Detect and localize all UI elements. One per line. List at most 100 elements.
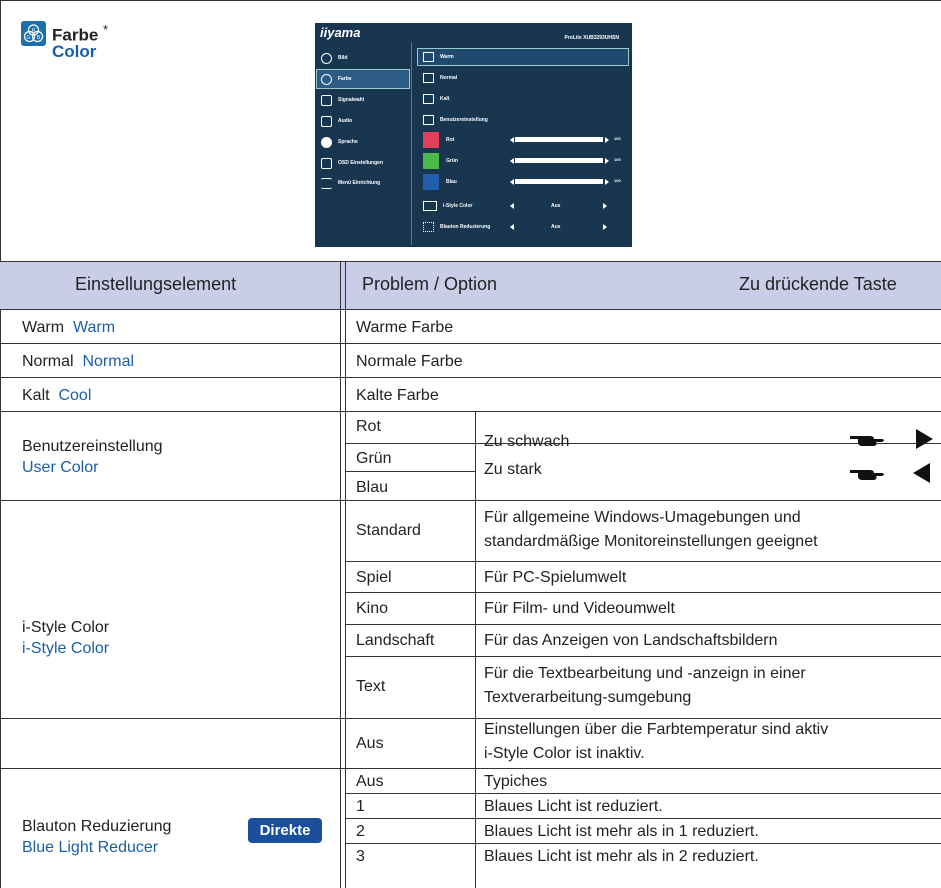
red-swatch	[423, 132, 439, 148]
rule	[346, 624, 941, 625]
option-landscape: Landschaft	[356, 632, 435, 649]
osd-side-item: OSD Einstellungen	[321, 156, 383, 170]
bluelight-value: Aus	[551, 224, 561, 230]
rule	[0, 261, 941, 262]
osd-item: i-Style Color	[423, 199, 628, 213]
page-subtitle: Color	[52, 42, 97, 61]
standard-desc-2: standardmäßige Monitoreinstellungen geei…	[484, 533, 818, 550]
rule-vertical	[340, 261, 341, 888]
bl-option-1: 1	[356, 798, 365, 815]
too-weak-text: Zu schwach	[484, 433, 570, 450]
row-istyle-label-en: i-Style Color	[22, 640, 110, 657]
bl-option-off: Aus	[356, 773, 384, 790]
right-triangle-icon	[916, 429, 933, 449]
bl-desc-3: Blaues Licht ist mehr als in 2 reduziert…	[484, 848, 759, 865]
osd-item: Blauton Reduzierung	[423, 220, 628, 234]
right-arrow-icon	[605, 158, 609, 164]
osd-side-item: Audio	[321, 114, 352, 128]
option-off-label: Aus	[356, 735, 384, 752]
off-desc-line-1: Einstellungen über die Farbtemperatur si…	[484, 721, 829, 738]
osd-divider	[411, 42, 412, 245]
osd-side-item: Signalwahl	[321, 93, 364, 107]
rule	[346, 843, 941, 844]
landscape-desc: Für das Anzeigen von Landschaftsbildern	[484, 632, 778, 649]
model-name: ProLite XUB3293UHSN	[564, 35, 619, 41]
rule-vertical	[475, 719, 476, 768]
red-level-bar	[515, 137, 603, 142]
color-temp-icon	[423, 94, 434, 104]
user-color-icon	[423, 115, 434, 125]
row-user-label-en: User Color	[22, 459, 99, 476]
osd-side-item: Bild	[321, 51, 347, 65]
text-desc-2: Textverarbeitung-sumgebung	[484, 689, 692, 706]
option-text: Text	[356, 678, 386, 695]
osd-item: Kalt	[423, 92, 628, 106]
cinema-desc: Für Film- und Videoumwelt	[484, 600, 675, 617]
rule	[0, 309, 941, 310]
osd-menu-screenshot: iiyama ProLite XUB3293UHSN Bild Farbe Si…	[315, 23, 632, 247]
bl-desc-off: Typiches	[484, 773, 548, 790]
row-warm-label: Warm Warm	[22, 319, 116, 336]
rgb-icon: R G B	[21, 21, 46, 46]
bl-option-2: 2	[356, 823, 365, 840]
sliders-icon	[321, 177, 332, 189]
option-game: Spiel	[356, 569, 392, 586]
rule	[346, 471, 476, 472]
blue-swatch	[423, 174, 439, 190]
color-temp-icon	[423, 52, 434, 62]
rule	[0, 411, 941, 412]
rule-vertical	[475, 411, 476, 500]
right-arrow-icon	[603, 224, 607, 230]
rule	[0, 768, 941, 769]
pointing-hand-icon	[850, 470, 884, 480]
color-temp-icon	[423, 73, 434, 83]
option-blue: Blau	[356, 479, 389, 496]
osd-side-item: Sprache	[321, 135, 358, 149]
pointing-hand-icon	[850, 436, 884, 446]
rule	[346, 818, 941, 819]
svg-text:R: R	[32, 28, 36, 34]
green-value: 100	[614, 157, 621, 162]
red-value: 100	[614, 136, 621, 141]
right-arrow-icon	[605, 179, 609, 185]
brand-logo: iiyama	[320, 25, 361, 40]
row-bluelight-label-en: Blue Light Reducer	[22, 839, 159, 856]
osd-item: Normal	[423, 71, 628, 85]
blue-light-icon	[423, 222, 434, 232]
rule	[0, 343, 941, 344]
left-arrow-icon	[510, 158, 514, 164]
option-green: Grün	[356, 450, 392, 467]
row-normal-desc: Normale Farbe	[356, 353, 463, 370]
rule-vertical	[475, 768, 476, 888]
direct-key-badge: Direkte	[248, 818, 322, 843]
header-problem-option: Problem / Option	[362, 274, 498, 294]
speaker-icon	[321, 115, 332, 127]
header-setting-item: Einstellungselement	[75, 274, 237, 294]
green-swatch	[423, 153, 439, 169]
istyle-value: Aus	[551, 203, 561, 209]
bl-desc-2: Blaues Licht ist mehr als in 1 reduziert…	[484, 823, 759, 840]
rule	[346, 656, 941, 657]
right-arrow-icon	[605, 137, 609, 143]
rule	[346, 561, 941, 562]
osd-side-item: Menü Einrichtung	[321, 176, 380, 190]
left-arrow-icon	[510, 137, 514, 143]
left-arrow-icon	[510, 179, 514, 185]
left-arrow-icon	[510, 224, 514, 230]
osd-side-item: Farbe	[321, 72, 352, 86]
row-bluelight-label: Blauton Reduzierung	[22, 818, 172, 835]
row-cool-desc: Kalte Farbe	[356, 387, 439, 404]
blue-value: 100	[614, 178, 621, 183]
left-arrow-icon	[510, 203, 514, 209]
bl-desc-1: Blaues Licht ist reduziert.	[484, 798, 663, 815]
row-warm-desc: Warme Farbe	[356, 319, 454, 336]
off-desc-line-2: i-Style Color ist inaktiv.	[484, 745, 645, 762]
option-standard: Standard	[356, 522, 421, 539]
row-user-label: Benutzereinstellung	[22, 438, 163, 455]
row-cool-label: Kalt Cool	[22, 387, 92, 404]
too-strong-text: Zu stark	[484, 461, 542, 478]
row-normal-label: Normal Normal	[22, 353, 135, 370]
header-key: Zu drückende Taste	[739, 274, 897, 294]
osd-item: Benutzereinstellung	[423, 113, 628, 127]
svg-text:G: G	[27, 35, 31, 41]
